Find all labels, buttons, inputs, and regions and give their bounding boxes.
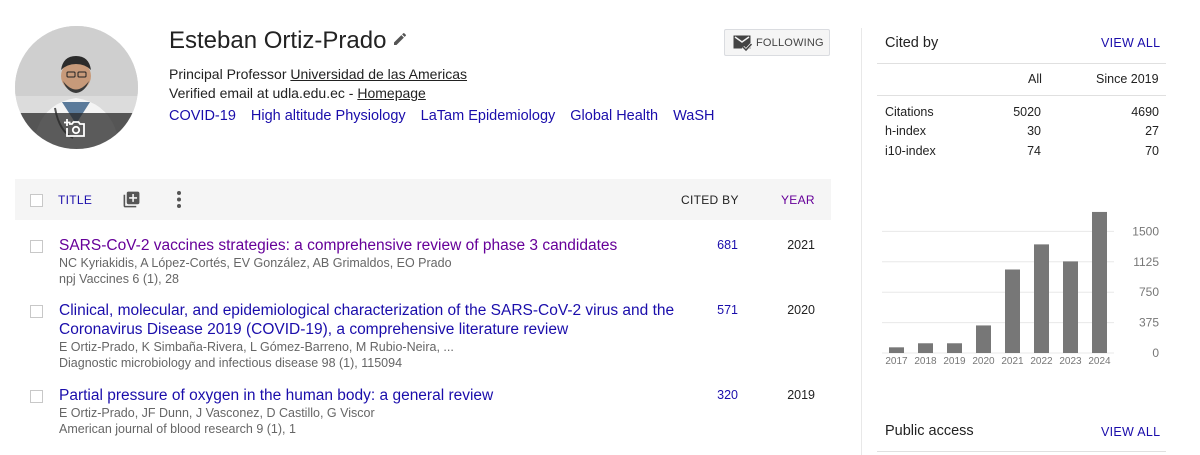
email-text: Verified email at udla.edu.ec - xyxy=(169,85,358,101)
y-tick-label: 1500 xyxy=(1132,224,1159,238)
interest-wash[interactable]: WaSH xyxy=(673,107,714,125)
article-row: Partial pressure of oxygen in the human … xyxy=(15,386,831,438)
add-column-icon[interactable] xyxy=(122,190,141,209)
cited-by-title: Cited by xyxy=(885,35,939,51)
article-source: npj Vaccines 6 (1), 28 xyxy=(59,272,179,286)
article-title[interactable]: Clinical, molecular, and epidemiological… xyxy=(59,301,684,339)
chart-bar-2019 xyxy=(947,343,962,353)
x-tick-label: 2022 xyxy=(1030,356,1053,367)
stat-all: 30 xyxy=(1027,124,1041,138)
chart-bar-2018 xyxy=(918,343,933,353)
article-year: 2019 xyxy=(787,388,815,402)
article-authors: NC Kyriakidis, A López-Cortés, EV Gonzál… xyxy=(59,256,452,270)
chart-bar-2023 xyxy=(1063,261,1078,353)
stat-label: Citations xyxy=(885,105,934,119)
x-tick-label: 2024 xyxy=(1088,356,1111,367)
chart-bar-2020 xyxy=(976,325,991,353)
public-access-view-all[interactable]: VIEW ALL xyxy=(1101,425,1160,439)
stat-row-i10-index: i10-index 74 70 xyxy=(885,144,1159,162)
article-checkbox[interactable] xyxy=(30,390,43,403)
article-cited-by[interactable]: 571 xyxy=(698,303,738,317)
following-icon xyxy=(733,35,752,52)
articles-table-header: TITLE CITED BY YEAR xyxy=(15,179,831,220)
sort-by-year[interactable]: YEAR xyxy=(781,193,815,207)
stats-col-all: All xyxy=(1028,72,1042,86)
edit-icon[interactable] xyxy=(392,31,408,47)
column-divider xyxy=(861,28,862,455)
camera-icon xyxy=(64,119,85,137)
article-checkbox[interactable] xyxy=(30,240,43,253)
stat-all: 5020 xyxy=(1013,105,1041,119)
chart-bar-2017 xyxy=(889,347,904,353)
profile-photo[interactable] xyxy=(15,26,138,149)
article-source: American journal of blood research 9 (1)… xyxy=(59,422,296,436)
sort-by-title[interactable]: TITLE xyxy=(58,193,92,207)
interest-latam-epidemiology[interactable]: LaTam Epidemiology xyxy=(421,107,556,125)
verified-email: Verified email at udla.edu.ec - Homepage xyxy=(169,84,426,102)
x-tick-label: 2019 xyxy=(943,356,966,367)
stat-row-h-index: h-index 30 27 xyxy=(885,124,1159,142)
select-all-checkbox[interactable] xyxy=(30,194,43,207)
interest-covid-19[interactable]: COVID-19 xyxy=(169,107,236,125)
stat-label: h-index xyxy=(885,124,926,138)
y-tick-label: 375 xyxy=(1139,316,1159,330)
article-authors: E Ortiz-Prado, K Simbaña-Rivera, L Gómez… xyxy=(59,340,454,354)
homepage-link[interactable]: Homepage xyxy=(357,85,426,101)
x-tick-label: 2018 xyxy=(914,356,937,367)
article-source: Diagnostic microbiology and infectious d… xyxy=(59,356,403,370)
following-button[interactable]: FOLLOWING xyxy=(724,29,830,56)
more-vert-icon[interactable] xyxy=(171,190,187,209)
research-interests: COVID-19 High altitude Physiology LaTam … xyxy=(169,107,714,125)
change-photo-overlay[interactable] xyxy=(15,113,138,149)
y-tick-label: 1125 xyxy=(1133,255,1159,269)
divider xyxy=(877,63,1166,64)
chart-bar-2024 xyxy=(1092,211,1107,353)
article-year: 2020 xyxy=(787,303,815,317)
citations-per-year-chart: 0 375 750 1125 1500 2017 2018 2019 2020 2021 2022 2… xyxy=(882,211,1159,367)
article-title[interactable]: Partial pressure of oxygen in the human … xyxy=(59,386,684,405)
stat-since: 70 xyxy=(1145,144,1159,158)
position: Principal Professor xyxy=(169,66,287,82)
stat-label: i10-index xyxy=(885,144,936,158)
chart-bar-2021 xyxy=(1005,269,1020,353)
public-access-title: Public access xyxy=(885,423,974,439)
article-title[interactable]: SARS-CoV-2 vaccines strategies: a compre… xyxy=(59,236,684,255)
chart-bar-2022 xyxy=(1034,244,1049,353)
article-cited-by[interactable]: 681 xyxy=(698,238,738,252)
stat-row-citations: Citations 5020 4690 xyxy=(885,105,1159,123)
divider xyxy=(877,451,1166,452)
divider xyxy=(877,95,1166,96)
article-authors: E Ortiz-Prado, JF Dunn, J Vasconez, D Ca… xyxy=(59,406,375,420)
y-tick-label: 750 xyxy=(1139,285,1159,299)
cited-by-header: CITED BY xyxy=(681,193,739,207)
y-tick-label: 0 xyxy=(1152,346,1159,360)
interest-high-altitude-physiology[interactable]: High altitude Physiology xyxy=(251,107,406,125)
article-year: 2021 xyxy=(787,238,815,252)
article-row: SARS-CoV-2 vaccines strategies: a compre… xyxy=(15,236,831,288)
x-tick-label: 2021 xyxy=(1001,356,1024,367)
affiliation: Principal Professor Universidad de las A… xyxy=(169,65,467,83)
article-checkbox[interactable] xyxy=(30,305,43,318)
profile-name: Esteban Ortiz-Prado xyxy=(169,27,387,54)
stat-since: 4690 xyxy=(1131,105,1159,119)
x-tick-label: 2020 xyxy=(972,356,995,367)
stats-col-since: Since 2019 xyxy=(1096,72,1159,86)
affiliation-link[interactable]: Universidad de las Americas xyxy=(290,66,467,82)
stat-all: 74 xyxy=(1027,144,1041,158)
x-tick-label: 2017 xyxy=(885,356,908,367)
x-tick-label: 2023 xyxy=(1059,356,1082,367)
article-row: Clinical, molecular, and epidemiological… xyxy=(15,301,831,371)
following-label: FOLLOWING xyxy=(756,37,824,49)
stat-since: 27 xyxy=(1145,124,1159,138)
interest-global-health[interactable]: Global Health xyxy=(570,107,658,125)
cited-by-view-all[interactable]: VIEW ALL xyxy=(1101,36,1160,50)
article-cited-by[interactable]: 320 xyxy=(698,388,738,402)
